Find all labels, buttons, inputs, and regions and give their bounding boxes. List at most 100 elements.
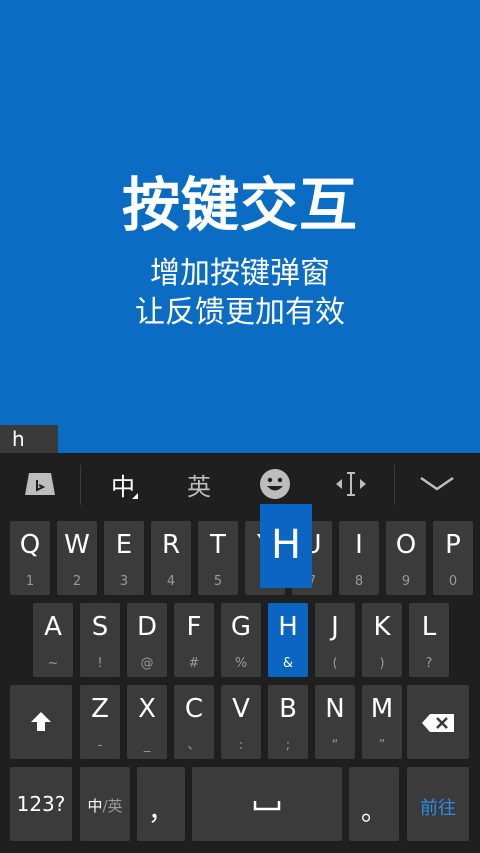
enter-go-key[interactable]: 前往 [407,767,469,841]
corner-indicator-icon [132,493,138,499]
banner-subtitle-line2: 让反馈更加有效 [135,295,345,330]
enter-go-label: 前往 [420,798,456,819]
key-v[interactable]: V: [221,685,261,759]
key-main-label: X [138,694,156,724]
lang-en-label: /英 [102,797,123,815]
key-main-label: E [115,530,133,560]
key-q[interactable]: Q1 [10,521,50,595]
key-sub-label: 3 [119,574,129,589]
key-main-label: S [91,612,109,642]
key-main-label: A [44,612,62,642]
key-f[interactable]: F # [174,603,214,677]
key-main-label: H [278,612,298,642]
key-sub-label: 1 [25,574,35,589]
key-sub-label: 5 [213,574,223,589]
key-m[interactable]: M” [362,685,402,759]
numbers-key[interactable]: 123? [10,767,72,841]
key-sub-label: ? [425,656,433,671]
period-key[interactable]: 。 [349,767,399,841]
key-sub-label: ( [332,656,338,671]
keyboard: 中 英 Q1W2E3R4T5Y6U [0,453,480,853]
key-sub-label: # [188,656,200,671]
key-b[interactable]: B; [268,685,308,759]
comma-key[interactable]: ， [137,767,185,841]
key-sub-label: % [234,656,248,671]
key-sub-label: ) [379,656,385,671]
key-sub-label: ! [97,656,103,671]
collapse-keyboard-icon[interactable] [412,453,462,515]
key-j[interactable]: J( [315,603,355,677]
key-w[interactable]: W2 [57,521,97,595]
banner-subtitle-line1: 增加按键弹窗 [150,256,330,291]
key-main-label: W [64,530,90,560]
key-sub-label: “ [331,738,339,753]
key-sub-label: 2 [72,574,82,589]
key-r[interactable]: R4 [151,521,191,595]
key-main-label: D [136,612,158,642]
key-sub-label: ; [285,738,291,753]
key-main-label: M [370,694,394,724]
key-sub-label: @ [140,656,154,671]
key-main-label: I [355,530,363,560]
key-main-label: Q [19,530,41,560]
key-z[interactable]: Z- [80,685,120,759]
key-t[interactable]: T5 [198,521,238,595]
key-d[interactable]: D @ [127,603,167,677]
key-sub-label: 9 [401,574,411,589]
key-main-label: V [232,694,250,724]
keyboard-toolbar: 中 英 [0,453,480,515]
promo-banner: 按键交互 增加按键弹窗 让反馈更加有效 [0,0,480,425]
key-main-label: L [421,612,437,642]
english-mode-label: 英 [187,472,211,501]
key-sub-label: ~ [47,656,59,671]
key-g[interactable]: G% [221,603,261,677]
key-p[interactable]: P0 [433,521,473,595]
key-x[interactable]: X _ [127,685,167,759]
key-sub-label: _ [143,738,151,753]
key-n[interactable]: N “ [315,685,355,759]
period-key-label: 。 [360,797,387,827]
language-switch-key[interactable]: 中/英 [80,767,130,841]
key-i[interactable]: I8 [339,521,379,595]
key-sub-label: 4 [166,574,176,589]
backspace-icon [422,714,454,732]
banner-title: 按键交互 [121,171,358,239]
key-o[interactable]: O9 [386,521,426,595]
key-main-label: N [325,694,345,724]
composing-text: h [0,425,58,454]
key-sub-label: 0 [448,574,458,589]
key-sub-label: : [238,738,244,753]
key-main-label: R [161,530,181,560]
key-sub-label: 、 [187,738,201,753]
shift-arrow-icon [31,712,51,731]
backspace-key[interactable] [407,685,469,759]
key-main-label: J [331,612,339,642]
key-main-label: P [445,530,461,560]
chinese-mode-button[interactable]: 中 [98,453,148,515]
key-sub-label: ” [378,738,386,753]
key-main-label: G [230,612,252,642]
numbers-key-label: 123? [16,792,66,816]
space-bar-icon [253,801,281,811]
key-k[interactable]: K) [362,603,402,677]
key-main-label: B [279,694,297,724]
key-main-label: O [395,530,417,560]
key-sub-label: & [282,656,294,671]
key-main-label: K [373,612,391,642]
key-l[interactable]: L? [409,603,449,677]
shift-key[interactable] [10,685,72,759]
key-a[interactable]: A ~ [33,603,73,677]
key-main-label: Z [91,694,109,724]
bing-icon[interactable] [12,453,68,515]
key-sub-label: 8 [354,574,364,589]
key-main-label: F [186,612,202,642]
space-key[interactable] [192,767,342,841]
key-popup-letter: H [270,522,302,568]
english-mode-button[interactable]: 英 [174,453,224,515]
key-c[interactable]: C、 [174,685,214,759]
key-h[interactable]: H & [268,603,308,677]
key-s[interactable]: S! [80,603,120,677]
key-e[interactable]: E3 [104,521,144,595]
cursor-move-icon[interactable] [326,453,376,515]
key-main-label: C [184,694,204,724]
